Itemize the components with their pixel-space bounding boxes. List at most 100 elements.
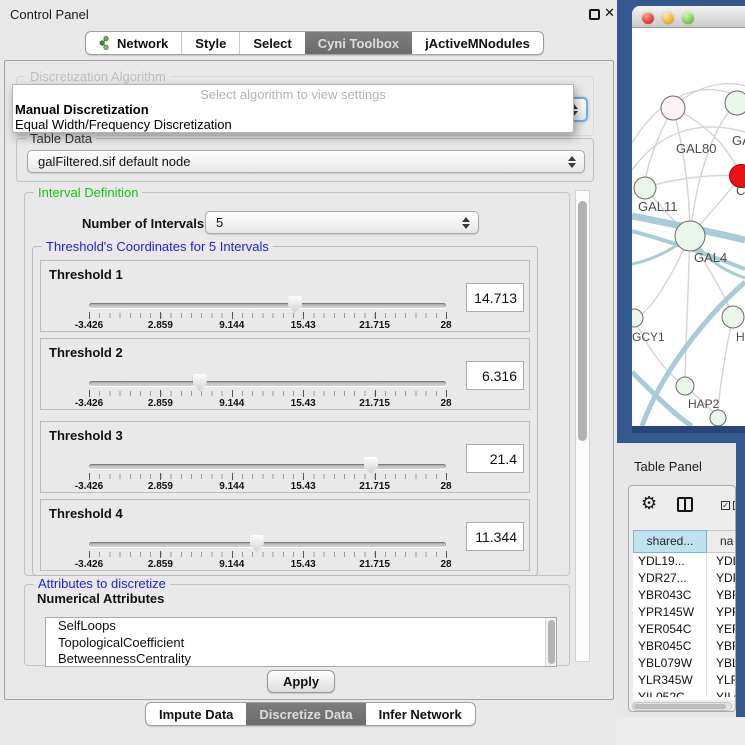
node-h[interactable] <box>722 306 744 328</box>
group-title: Interval Definition <box>34 185 142 200</box>
tab-jactivemnodules[interactable]: jActiveMNodules <box>412 32 543 54</box>
tab-discretize-data[interactable]: Discretize Data <box>246 703 365 725</box>
column-layout-icon[interactable] <box>677 497 693 512</box>
num-intervals-combobox[interactable]: 5 <box>205 211 479 234</box>
close-icon[interactable]: ✕ <box>604 5 615 21</box>
minor-ticks <box>89 313 446 318</box>
bottom-tabbar: Impute Data Discretize Data Infer Networ… <box>145 702 476 726</box>
slider-thumb[interactable] <box>193 374 207 391</box>
scrollbar-thumb[interactable] <box>548 620 555 664</box>
table-row[interactable]: YER054CYER0 <box>633 621 736 638</box>
table-row[interactable]: YBL079WYBL0 <box>633 655 736 672</box>
slider-thumb[interactable] <box>364 457 378 474</box>
slider-scale: -3.426 2.859 9.144 15.43 21.715 28 <box>89 261 446 333</box>
slider-track[interactable] <box>89 381 446 386</box>
minor-ticks <box>89 474 446 479</box>
threshold-1-panel: Threshold 1 -3.426 2.859 9.144 15.43 21.… <box>40 260 530 332</box>
control-panel-titlebar: Control Panel ✕ <box>0 0 617 28</box>
svg-text:GAL11: GAL11 <box>638 199 678 214</box>
list-item[interactable]: SelfLoops <box>46 618 556 635</box>
node-gal[interactable] <box>725 91 745 115</box>
threshold-value-field[interactable] <box>466 283 524 312</box>
svg-text:GAL80: GAL80 <box>676 141 716 156</box>
svg-text:GCY1: GCY1 <box>632 330 665 344</box>
network-window-titlebar[interactable] <box>632 6 745 28</box>
tab-select[interactable]: Select <box>239 32 304 54</box>
threshold-value-field[interactable] <box>466 361 524 390</box>
node-gal80[interactable] <box>661 96 685 120</box>
dropdown-hint: Select algorithm to view settings <box>13 87 573 102</box>
tab-style[interactable]: Style <box>181 32 239 54</box>
scrollbar-thumb[interactable] <box>578 201 587 441</box>
zoom-window-icon[interactable] <box>682 12 694 24</box>
table-row[interactable]: YDR27...YDR2 <box>633 570 736 587</box>
network-view-window[interactable]: GAL80 GAL C GAL11 GAL4 GCY1 H HAP2 <box>632 6 745 433</box>
numerical-attributes-label: Numerical Attributes <box>37 591 164 606</box>
algorithm-dropdown-popup: Select algorithm to view settings Manual… <box>12 84 574 133</box>
network-graph[interactable]: GAL80 GAL C GAL11 GAL4 GCY1 H HAP2 <box>632 28 745 426</box>
gear-icon[interactable]: ⚙ <box>641 493 657 514</box>
float-window-icon[interactable] <box>589 9 600 20</box>
slider-thumb[interactable] <box>288 296 302 313</box>
scrollbar-thumb[interactable] <box>634 704 726 709</box>
node-attribute-table[interactable]: shared... na YDL19...YDL1 YDR27...YDR2 Y… <box>633 530 736 700</box>
node-gcy1[interactable] <box>632 309 643 327</box>
slider-track[interactable] <box>89 464 446 469</box>
table-row-clipped[interactable]: YIL052CYIL0 <box>633 689 736 697</box>
tab-network[interactable]: Network <box>86 32 181 54</box>
list-item[interactable]: BetweennessCentrality <box>46 651 556 667</box>
node-gal4[interactable] <box>675 221 705 251</box>
slider-track[interactable] <box>89 542 446 547</box>
slider-scale: -3.426 2.859 9.144 15.43 21.715 28 <box>89 422 446 494</box>
minimize-window-icon[interactable] <box>662 12 674 24</box>
slider-thumb[interactable] <box>250 535 264 552</box>
minor-ticks <box>89 552 446 557</box>
attributes-list[interactable]: SelfLoops TopologicalCoefficient Between… <box>45 617 557 667</box>
svg-text:GAL4: GAL4 <box>694 250 727 265</box>
node-gal11[interactable] <box>634 177 656 199</box>
threshold-4-panel: Threshold 4 -3.426 2.859 9.144 15.43 21.… <box>40 499 530 571</box>
table-data-group: Table Data galFiltered.sif default node <box>16 138 594 182</box>
column-header-name[interactable]: na <box>707 530 736 553</box>
checkbox-icon[interactable]: ✓ <box>733 501 736 510</box>
table-row[interactable]: YPR145WYPR1 <box>633 604 736 621</box>
attributes-group: Attributes to discretize Numerical Attri… <box>24 584 570 666</box>
table-row[interactable]: YLR345WYLR3 <box>633 672 736 689</box>
svg-text:H: H <box>736 330 745 344</box>
network-canvas[interactable]: GAL80 GAL C GAL11 GAL4 GCY1 H HAP2 <box>632 28 745 426</box>
checkbox-icon[interactable]: ✓ <box>721 501 730 510</box>
table-row[interactable]: YDL19...YDL1 <box>633 553 736 570</box>
combo-value: 5 <box>216 215 223 230</box>
node-bottom[interactable] <box>710 410 726 426</box>
table-row[interactable]: YBR045CYBR0 <box>633 638 736 655</box>
close-window-icon[interactable] <box>642 12 654 24</box>
slider-track[interactable] <box>89 303 446 308</box>
status-area <box>617 717 745 745</box>
table-panel-box: ⚙ ✓ ✓ shared... na YDL19...YDL1 YDR27...… <box>628 485 736 712</box>
panel-title: Control Panel <box>10 7 89 22</box>
list-scrollbar[interactable] <box>545 618 556 666</box>
slider-scale: -3.426 2.859 9.144 15.43 21.715 28 <box>89 500 446 572</box>
group-title: Discretization Algorithm <box>26 69 170 84</box>
tab-impute-data[interactable]: Impute Data <box>146 703 246 725</box>
tab-infer-network[interactable]: Infer Network <box>366 703 475 725</box>
group-title: Attributes to discretize <box>34 576 170 591</box>
dropdown-option-equal-width[interactable]: Equal Width/Frequency Discretization <box>15 117 232 132</box>
list-item[interactable]: TopologicalCoefficient <box>46 635 556 652</box>
panel-vertical-scrollbar[interactable] <box>575 190 590 662</box>
tab-cyni-toolbox[interactable]: Cyni Toolbox <box>305 32 412 54</box>
apply-button[interactable]: Apply <box>267 670 335 693</box>
dropdown-option-manual[interactable]: Manual Discretization <box>15 102 149 117</box>
table-panel-title: Table Panel <box>634 459 702 474</box>
table-row[interactable]: YBR043CYBR0 <box>633 587 736 604</box>
column-header-shared-name[interactable]: shared... <box>633 530 707 553</box>
node-hap2[interactable] <box>676 377 694 395</box>
combo-stepper-icon <box>462 217 471 229</box>
tab-label: Network <box>117 36 168 51</box>
table-data-combobox[interactable]: galFiltered.sif default node <box>27 150 585 173</box>
threshold-value-field[interactable] <box>466 522 524 551</box>
control-panel-tabbar: Network Style Select Cyni Toolbox jActiv… <box>85 31 544 55</box>
table-horizontal-scrollbar[interactable] <box>632 702 732 711</box>
threshold-value-field[interactable] <box>466 444 524 473</box>
threshold-3-panel: Threshold 3 -3.426 2.859 9.144 15.43 21.… <box>40 421 530 493</box>
